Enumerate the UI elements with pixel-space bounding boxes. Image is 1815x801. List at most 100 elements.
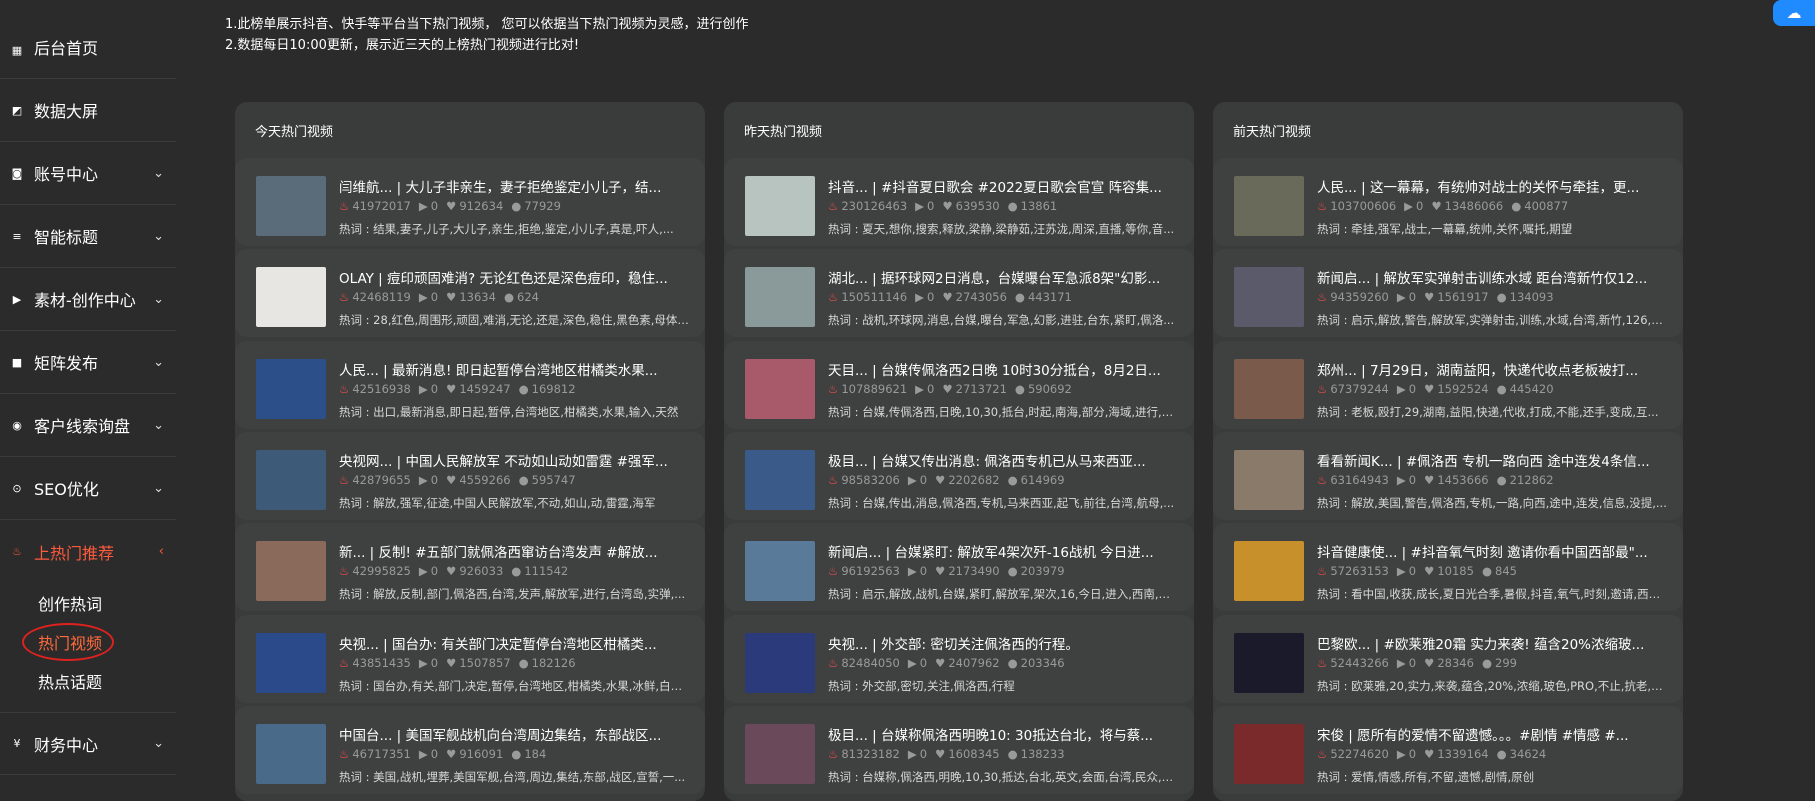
video-thumbnail[interactable] <box>1234 541 1304 601</box>
video-thumbnail[interactable] <box>256 724 326 784</box>
video-title[interactable]: 天目... | 台媒传佩洛西2日晚 10时30分抵台，8月2日... <box>828 359 1178 379</box>
sidebar-item-0[interactable]: ▦ 后台首页 <box>0 0 176 79</box>
video-thumbnail[interactable] <box>745 176 815 236</box>
video-title[interactable]: 央视... | 国台办: 有关部门决定暂停台湾地区柑橘类... <box>339 633 689 653</box>
submenu-item-hot-topics[interactable]: 热点话题 <box>38 661 176 700</box>
video-thumbnail[interactable] <box>1234 176 1304 236</box>
fire-icon: ♨ <box>1317 747 1328 761</box>
comment-count: ● 212862 <box>1496 473 1554 487</box>
video-title[interactable]: 人民... | 这一幕幕，有统帅对战士的关怀与牵挂，更... <box>1317 176 1667 196</box>
play-count: ▶ 0 <box>418 382 439 396</box>
sidebar-item-4[interactable]: ▶ 素材-创作中心 ⌄ <box>0 268 176 331</box>
video-stats: ♨ 42879655 ▶ 0 ♥ 4559266 ● 595747 <box>339 473 576 487</box>
video-title[interactable]: 央视... | 外交部: 密切关注佩洛西的行程。 <box>828 633 1178 653</box>
video-title[interactable]: 郑州... | 7月29日，湖南益阳，快递代收点老板被打... <box>1317 359 1667 379</box>
video-thumbnail[interactable] <box>745 267 815 327</box>
video-card[interactable]: 央视网... | 中国人民解放军 不动如山动如雷霆 #强军... ♨ 4287965… <box>235 432 705 520</box>
video-thumbnail[interactable] <box>256 359 326 419</box>
like-count: ♥ 639530 <box>942 199 1000 213</box>
video-title[interactable]: 抖音健康使... | #抖音氧气时刻 邀请你看中国西部最"... <box>1317 541 1667 561</box>
video-thumbnail[interactable] <box>1234 633 1304 693</box>
sidebar-item-5[interactable]: ■ 矩阵发布 ⌄ <box>0 331 176 394</box>
video-title[interactable]: 闫维航... | 大儿子非亲生，妻子拒绝鉴定小儿子，结... <box>339 176 689 196</box>
video-thumbnail[interactable] <box>745 359 815 419</box>
video-thumbnail[interactable] <box>256 176 326 236</box>
video-thumbnail[interactable] <box>1234 359 1304 419</box>
video-card[interactable]: OLAY | 痘印顽固难消? 无论红色还是深色痘印，稳住... ♨ 42468119… <box>235 249 705 337</box>
baidu-netdisk-icon[interactable]: ☁ <box>1773 0 1815 26</box>
video-card[interactable]: 郑州... | 7月29日，湖南益阳，快递代收点老板被打... ♨ 67379244… <box>1213 341 1683 429</box>
seo-icon: ⊙ <box>12 481 22 495</box>
play-count: ▶ 0 <box>1396 473 1417 487</box>
video-thumbnail[interactable] <box>256 541 326 601</box>
video-title[interactable]: 湖北... | 据环球网2日消息，台媒曝台军急派8架"幻影... <box>828 267 1178 287</box>
video-card[interactable]: 看看新闻K... | #佩洛西 专机一路向西 途中连发4条信... ♨ 631649… <box>1213 432 1683 520</box>
sidebar-item-8[interactable]: ♨ 上热门推荐 ‹ <box>0 520 176 583</box>
video-thumbnail[interactable] <box>745 633 815 693</box>
video-card[interactable]: 抖音... | #抖音夏日歌会 #2022夏日歌会官宣 阵容集... ♨ 23012… <box>724 158 1194 246</box>
comment-icon: ● <box>1496 747 1507 761</box>
video-title[interactable]: 极目... | 台媒称佩洛西明晚10: 30抵达台北，将与蔡... <box>828 724 1178 744</box>
video-card[interactable]: 极目... | 台媒称佩洛西明晚10: 30抵达台北，将与蔡... ♨ 813231… <box>724 706 1194 794</box>
video-thumbnail[interactable] <box>1234 724 1304 784</box>
video-thumbnail[interactable] <box>745 541 815 601</box>
sidebar-item-2[interactable]: ◙ 账号中心 ⌄ <box>0 142 176 205</box>
video-keywords: 热词 : 解放,强军,征途,中国人民解放军,不动,如山,动,雷霆,海军 <box>339 496 656 510</box>
heart-icon: ♥ <box>942 199 953 213</box>
video-card[interactable]: 新闻启... | 解放军实弹射击训练水域 距台湾新竹仅12... ♨ 9435926… <box>1213 249 1683 337</box>
comment-icon: ● <box>511 199 522 213</box>
video-thumbnail[interactable] <box>1234 450 1304 510</box>
hot-count: ♨ 43851435 <box>339 656 411 670</box>
video-card[interactable]: 极目... | 台媒又传出消息: 佩洛西专机已从马来西亚... ♨ 98583206… <box>724 432 1194 520</box>
video-card[interactable]: 央视... | 国台办: 有关部门决定暂停台湾地区柑橘类... ♨ 43851435… <box>235 615 705 703</box>
video-title[interactable]: 宋俊 | 愿所有的爱情不留遗憾。。。#剧情 #情感 #... <box>1317 724 1667 744</box>
video-thumbnail[interactable] <box>256 450 326 510</box>
video-card[interactable]: 新... | 反制! #五部门就佩洛西窜访台湾发声 #解放... ♨ 4299582… <box>235 523 705 611</box>
video-card[interactable]: 宋俊 | 愿所有的爱情不留遗憾。。。#剧情 #情感 #... ♨ 52274620 ▶… <box>1213 706 1683 794</box>
sidebar-item-finance[interactable]: ¥ 财务中心 ⌄ <box>0 712 176 775</box>
hot-count: ♨ 63164943 <box>1317 473 1389 487</box>
video-thumbnail[interactable] <box>256 267 326 327</box>
sidebar-item-6[interactable]: ◉ 客户线索询盘 ⌄ <box>0 394 176 457</box>
customer-icon: ◉ <box>12 418 22 432</box>
video-card[interactable]: 抖音健康使... | #抖音氧气时刻 邀请你看中国西部最"... ♨ 5726315… <box>1213 523 1683 611</box>
video-thumbnail[interactable] <box>256 633 326 693</box>
comment-count: ● 111542 <box>511 564 569 578</box>
video-card[interactable]: 人民... | 这一幕幕，有统帅对战士的关怀与牵挂，更... ♨ 103700606… <box>1213 158 1683 246</box>
video-title[interactable]: 新... | 反制! #五部门就佩洛西窜访台湾发声 #解放... <box>339 541 689 561</box>
video-title[interactable]: 抖音... | #抖音夏日歌会 #2022夏日歌会官宣 阵容集... <box>828 176 1178 196</box>
video-title[interactable]: 人民... | 最新消息! 即日起暂停台湾地区柑橘类水果... <box>339 359 689 379</box>
video-card[interactable]: 新闻启... | 台媒紧盯: 解放军4架次歼-16战机 今日进... ♨ 96192… <box>724 523 1194 611</box>
video-title[interactable]: 中国台... | 美国军舰战机向台湾周边集结，东部战区... <box>339 724 689 744</box>
video-title[interactable]: 新闻启... | 台媒紧盯: 解放军4架次歼-16战机 今日进... <box>828 541 1178 561</box>
dashboard-icon: ▦ <box>11 43 23 57</box>
video-card[interactable]: 巴黎欧... | #欧莱雅20霜 实力来袭! 蕴含20%浓缩玻... ♨ 52443… <box>1213 615 1683 703</box>
video-stats: ♨ 57263153 ▶ 0 ♥ 10185 ● 845 <box>1317 564 1517 578</box>
submenu-item-creation-hotwords[interactable]: 创作热词 <box>38 583 176 622</box>
video-title[interactable]: 巴黎欧... | #欧莱雅20霜 实力来袭! 蕴含20%浓缩玻... <box>1317 633 1667 653</box>
video-card[interactable]: 湖北... | 据环球网2日消息，台媒曝台军急派8架"幻影... ♨ 1505111… <box>724 249 1194 337</box>
hot-count: ♨ 42468119 <box>339 290 411 304</box>
video-card[interactable]: 中国台... | 美国军舰战机向台湾周边集结，东部战区... ♨ 46717351 ▶… <box>235 706 705 794</box>
video-card[interactable]: 人民... | 最新消息! 即日起暂停台湾地区柑橘类水果... ♨ 42516938… <box>235 341 705 429</box>
fire-icon: ♨ <box>339 747 350 761</box>
video-thumbnail[interactable] <box>745 450 815 510</box>
video-card[interactable]: 央视... | 外交部: 密切关注佩洛西的行程。 ♨ 82484050 ▶ 0 ♥ 2407… <box>724 615 1194 703</box>
hot-count: ♨ 150511146 <box>828 290 908 304</box>
video-title[interactable]: 央视网... | 中国人民解放军 不动如山动如雷霆 #强军... <box>339 450 689 470</box>
video-card[interactable]: 闫维航... | 大儿子非亲生，妻子拒绝鉴定小儿子，结... ♨ 41972017 ▶… <box>235 158 705 246</box>
sidebar-item-label: 账号中心 <box>34 165 99 184</box>
sidebar-item-7[interactable]: ⊙ SEO优化 ⌄ <box>0 457 176 520</box>
video-title[interactable]: 极目... | 台媒又传出消息: 佩洛西专机已从马来西亚... <box>828 450 1178 470</box>
video-title[interactable]: 看看新闻K... | #佩洛西 专机一路向西 途中连发4条信... <box>1317 450 1667 470</box>
video-title[interactable]: OLAY | 痘印顽固难消? 无论红色还是深色痘印，稳住... <box>339 267 689 287</box>
video-thumbnail[interactable] <box>1234 267 1304 327</box>
like-count: ♥ 2173490 <box>935 564 1000 578</box>
submenu-item-hot-videos[interactable]: 热门视频 <box>22 622 176 661</box>
heart-icon: ♥ <box>1424 473 1435 487</box>
sidebar-item-3[interactable]: ≡ 智能标题 ⌄ <box>0 205 176 268</box>
sidebar-item-1[interactable]: ◩ 数据大屏 <box>0 79 176 142</box>
video-thumbnail[interactable] <box>745 724 815 784</box>
video-card[interactable]: 天目... | 台媒传佩洛西2日晚 10时30分抵台，8月2日... ♨ 10788… <box>724 341 1194 429</box>
video-title[interactable]: 新闻启... | 解放军实弹射击训练水域 距台湾新竹仅12... <box>1317 267 1667 287</box>
